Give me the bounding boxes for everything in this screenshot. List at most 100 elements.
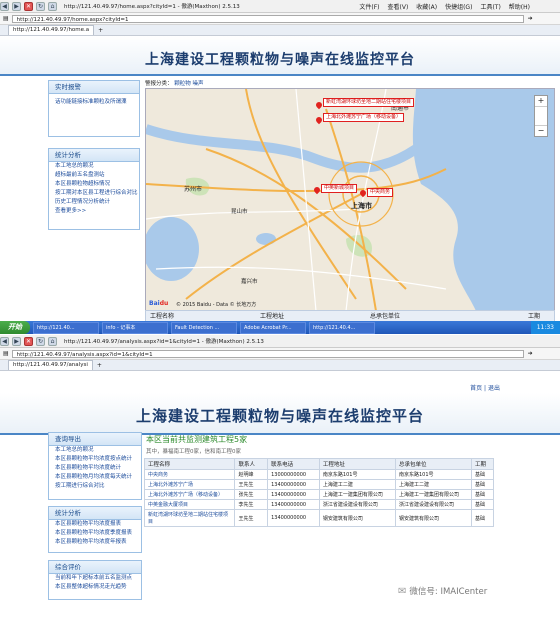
start-button[interactable]: 开始 — [0, 321, 30, 334]
table-row[interactable]: 新虹湾湖环球坊圣地二期站住宅楼项目 王先生 13400000000 钢安建筑有限… — [143, 509, 494, 527]
menu-tools[interactable]: 工具(T) — [480, 2, 500, 11]
query-link[interactable]: 本区县颗粒物平均浓度按点统计 — [49, 455, 141, 464]
map-zoom-control[interactable]: + − — [534, 95, 548, 137]
bottom-tab-strip: http://121.40.49.97/analysi + — [0, 360, 560, 371]
menu-file[interactable]: 文件(F) — [359, 2, 379, 11]
monitor-subheading: 其中，暴福南工程0家，信和南工程0家 — [146, 449, 241, 455]
browser-tab[interactable]: http://121.40.49.97/analysi — [8, 360, 93, 370]
filter-noise[interactable]: 噪声 — [193, 81, 204, 87]
marker-label[interactable]: 中英新城项目 — [321, 184, 358, 193]
cell: 钢安建筑有限公司 — [318, 509, 396, 527]
window-title: http://121.40.49.97/home.aspx?cityId=1 -… — [64, 4, 240, 10]
stats-link[interactable]: 本区县颗粒物平均浓度季度报表 — [49, 529, 141, 538]
stats-link[interactable]: 本区县颗粒物平均浓度报表 — [49, 520, 141, 529]
query-link[interactable]: 本区县颗粒物月均浓度每天统计 — [49, 473, 141, 482]
refresh-icon[interactable]: ↻ — [36, 1, 45, 11]
taskbar-item[interactable]: http://121.40.4... — [309, 321, 375, 334]
address-input[interactable]: http://121.40.49.97/home.aspx?cityId=1 — [11, 14, 524, 23]
alarm-filter: 警报分类： 颗粒物 噪声 — [145, 79, 204, 87]
wechat-icon: ✉ — [398, 585, 407, 597]
stats-link[interactable]: 按工期对本区县工程进行综合对比 — [49, 189, 139, 198]
column-header: 总承包单位 — [394, 458, 473, 470]
stats-link[interactable]: 历史工程情况分析统计 — [49, 198, 139, 207]
cell: 13400000000 — [267, 509, 320, 527]
map-view[interactable]: 苏州市 上海市 南通市 昆山市 嘉兴市 + − 新虹湾湖环球坊圣地二期站住宅楼项… — [145, 88, 555, 312]
table-row[interactable]: 中英金融大厦项目 李先生 13400000000 浙江省建设建设有限公司 浙江省… — [143, 499, 494, 510]
column-header: 工期 — [471, 458, 494, 470]
map-place-label: 上海市 — [351, 202, 372, 210]
column-header: 联系人 — [234, 458, 269, 470]
top-address-bar: ▤ http://121.40.49.97/home.aspx?cityId=1… — [0, 13, 560, 25]
go-icon[interactable]: ➜ — [528, 15, 533, 22]
map-copyright: © 2015 Baidu - Data © 长地万方 — [176, 302, 257, 308]
zoom-slider[interactable] — [535, 106, 547, 126]
stop-icon[interactable]: ✕ — [24, 1, 33, 11]
taskbar-item[interactable]: http://121.40... — [33, 321, 99, 334]
stats-link[interactable]: 本区县颗粒物平均浓度年报表 — [49, 538, 141, 547]
query-link[interactable]: 本区县颗粒物平均浓度统计 — [49, 464, 141, 473]
menu-view[interactable]: 查看(V) — [388, 2, 409, 11]
query-link[interactable]: 按工期进行综合对比 — [49, 482, 141, 491]
back-icon[interactable]: ◀ — [0, 1, 9, 11]
menu-help[interactable]: 帮助(H) — [509, 2, 530, 11]
menu-favorites[interactable]: 收藏(A) — [416, 2, 437, 11]
stop-icon[interactable]: ✕ — [24, 336, 33, 346]
home-icon[interactable]: ⌂ — [48, 1, 57, 11]
forward-icon[interactable]: ▶ — [12, 336, 21, 346]
box-title: 综合评价 — [49, 561, 141, 574]
bottom-address-bar: ▤ http://121.40.49.97/analysis.aspx?id=1… — [0, 348, 560, 360]
refresh-icon[interactable]: ↻ — [36, 336, 45, 346]
forward-icon[interactable]: ▶ — [12, 1, 21, 11]
stats-box: 统计分析 本工地总的颗况 超标最前五名盘测站 本区县颗粒物超标情况 按工期对本区… — [48, 148, 140, 230]
table-row[interactable]: 中央商务 赵明峰 13000000000 南京东路101号 南京东路101号 基… — [143, 469, 494, 480]
zoom-in-icon[interactable]: + — [535, 96, 547, 106]
project-name-link[interactable]: 中央商务 — [143, 469, 236, 480]
cell: 基础 — [471, 479, 494, 490]
alarm-item[interactable]: 话功能链接标准颗粒及所谓溧 — [49, 98, 139, 107]
new-tab-icon[interactable]: + — [97, 361, 102, 370]
browser-tab[interactable]: http://121.40.49.97/home.a — [8, 25, 95, 35]
cell: 上海建工一建集团有限公司 — [318, 489, 396, 500]
go-icon[interactable]: ➜ — [528, 350, 533, 357]
logout-link[interactable]: 退出 — [488, 385, 500, 392]
project-name-link[interactable]: 上海北外滩苏宁广场 — [143, 479, 236, 490]
zoom-out-icon[interactable]: − — [535, 126, 547, 136]
new-tab-icon[interactable]: + — [98, 26, 103, 35]
stats-link[interactable]: 本工地总的颗况 — [49, 162, 139, 171]
page-icon: ▤ — [3, 350, 9, 357]
box-title: 实时报警 — [49, 81, 139, 94]
address-input[interactable]: http://121.40.49.97/analysis.aspx?id=1&c… — [11, 349, 524, 358]
cell: 李先生 — [234, 499, 269, 510]
marker-label[interactable]: 中央商务 — [367, 188, 394, 197]
site-title: 上海建设工程颗粒物与噪声在线监控平台 — [145, 52, 415, 68]
marker-label[interactable]: 新虹湾湖环球坊圣地二期站住宅楼项目 — [323, 98, 415, 107]
project-name-link[interactable]: 上海北外滩苏宁广场（移动设备） — [143, 489, 236, 500]
taskbar-item[interactable]: info - 记事本 — [102, 321, 168, 334]
table-row[interactable]: 上海北外滩苏宁广场 王先生 13400000000 上海建工二建 上海建工二建 … — [143, 479, 494, 490]
table-row[interactable]: 上海北外滩苏宁广场（移动设备） 张先生 13400000000 上海建工一建集团… — [143, 489, 494, 500]
query-link[interactable]: 本工地总的颗况 — [49, 446, 141, 455]
cell: 浙江省建设建设有限公司 — [318, 499, 396, 510]
cell: 王先生 — [234, 509, 269, 527]
project-name-link[interactable]: 中英金融大厦项目 — [143, 499, 236, 510]
box-title: 统计分析 — [49, 507, 141, 520]
home-link[interactable]: 首页 — [470, 385, 482, 392]
stats-link[interactable]: 超标最前五名盘测站 — [49, 171, 139, 180]
back-icon[interactable]: ◀ — [0, 336, 9, 346]
taskbar-item[interactable]: Fault Detection ... — [171, 321, 237, 334]
marker-label[interactable]: 上海北外滩苏宁广场（移动设备） — [323, 113, 405, 122]
cell: 上海建工二建 — [394, 479, 473, 490]
map-place-label: 嘉兴市 — [241, 279, 258, 285]
home-icon[interactable]: ⌂ — [48, 336, 57, 346]
eval-link[interactable]: 当前和年下超标本前五名监测点 — [49, 574, 141, 583]
box-title: 查询导出 — [49, 433, 141, 446]
more-link[interactable]: 查看更多>> — [49, 207, 139, 216]
stats-link[interactable]: 本区县颗粒物超标情况 — [49, 180, 139, 189]
taskbar: 开始 http://121.40... info - 记事本 Fault Det… — [0, 321, 560, 334]
taskbar-item[interactable]: Adobe Acrobat Pr... — [240, 321, 306, 334]
eval-link[interactable]: 本区县整体超标情况走光趋势 — [49, 583, 141, 592]
cell: 基础 — [471, 499, 494, 510]
menu-groups[interactable]: 快捷组(G) — [445, 2, 472, 11]
filter-particle[interactable]: 颗粒物 — [174, 81, 191, 87]
project-name-link[interactable]: 新虹湾湖环球坊圣地二期站住宅楼项目 — [143, 509, 236, 527]
